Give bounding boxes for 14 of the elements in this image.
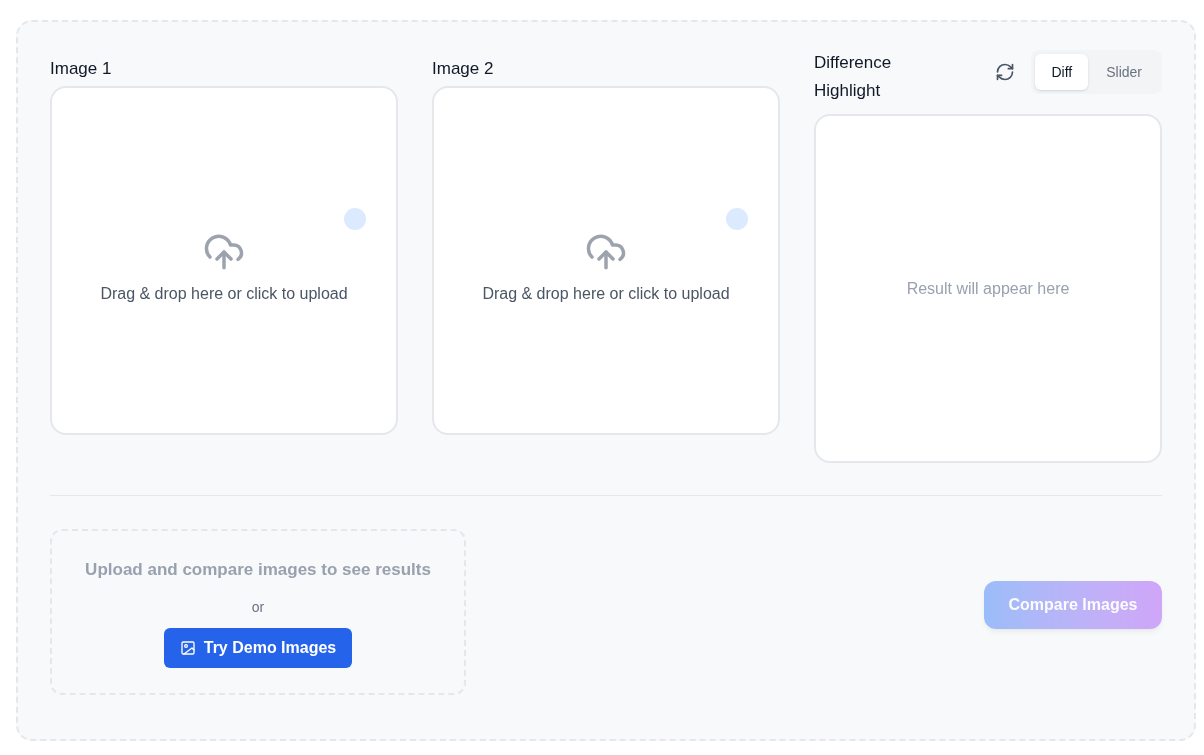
- upload-dropzone[interactable]: Drag & drop here or click to upload: [50, 86, 398, 435]
- image-icon: [179, 639, 196, 656]
- try-demo-button[interactable]: Try Demo Images: [163, 627, 353, 668]
- result-empty-message: Result will appear here: [906, 278, 1070, 299]
- mode-tab[interactable]: Diff: [1035, 54, 1089, 90]
- upload-dropzone[interactable]: Drag & drop here or click to upload: [432, 86, 780, 435]
- mode-tab[interactable]: Slider: [1090, 54, 1158, 90]
- upload-prompt: Drag & drop here or click to upload: [482, 283, 730, 304]
- upload-prompt: Drag & drop here or click to upload: [100, 283, 348, 304]
- separator-text: or: [251, 597, 265, 617]
- result-title: Difference Highlight: [814, 52, 893, 102]
- upload-label: Image 2: [432, 58, 494, 80]
- upload-label: Image 1: [50, 58, 112, 80]
- empty-state-message: Upload and compare images to see results: [85, 559, 431, 581]
